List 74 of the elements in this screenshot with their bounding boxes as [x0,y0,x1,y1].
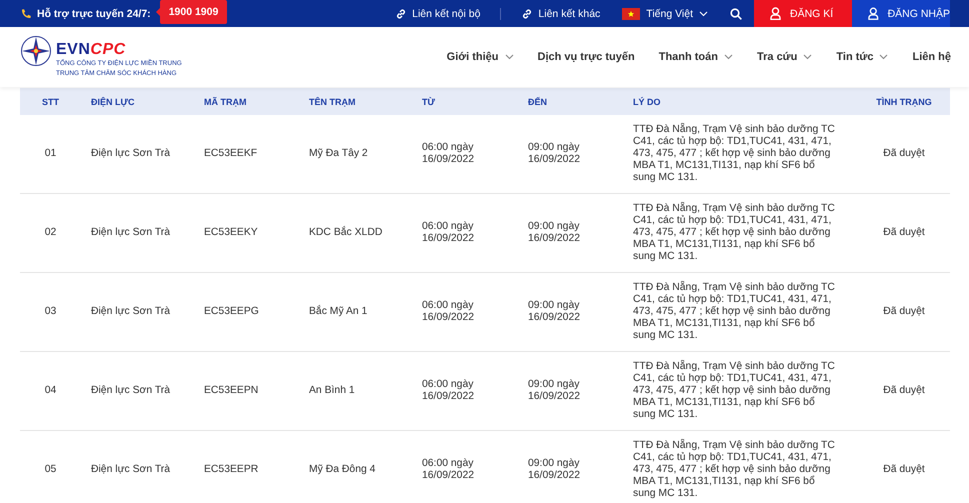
column-header: TÌNH TRẠNG [875,96,933,106]
column-header: TÊN TRẠM [309,96,356,106]
table-cell-text: Đã duyệt [882,306,926,318]
hotline-label: Hỗ trợ trực tuyến 24/7: [37,8,151,20]
table-cell-text: Điện lực Sơn Trà [91,227,172,239]
table-cell-text: 06:00 ngày 16/09/2022 [422,379,476,403]
table-cell-text: 01 [44,148,58,160]
table-cell-text: Đã duyệt [882,464,926,476]
table-cell-text: 09:00 ngày 16/09/2022 [528,221,582,245]
table-cell-text: Đã duyệt [882,148,926,160]
register-button[interactable]: ĐĂNG KÍ [754,0,852,27]
table-cell-text: Mỹ Đa Đông 4 [309,464,376,476]
column-header: TỪ [422,96,436,106]
table-cell-text: 04 [44,385,58,397]
flag-icon [622,8,640,20]
table-cell-text: TTĐ Đà Nẵng, Trạm Vệ sinh bảo dưỡng TC C41, các tủ hợp bộ: TD1,TUC41, 431, 471, 473, 475, 477 ; kết hợp vệ sinh bảo dưỡng MBA T1, MC131,TI131, nạp khí SF6 bổ sung MC 131. [633,282,836,342]
nav-item[interactable]: Liên hệ [912,51,951,63]
nav-item[interactable]: Tra cứu [757,51,812,63]
link-icon [395,8,408,20]
logo-text: EVNCPC [56,41,127,59]
caret-icon [724,54,733,60]
table-cell-text: Điện lực Sơn Trà [91,306,172,318]
table-cell-text: 09:00 ngày 16/09/2022 [528,379,582,403]
login-button[interactable]: ĐĂNG NHẬP [852,0,950,27]
table-cell-text: TTĐ Đà Nẵng, Trạm Vệ sinh bảo dưỡng TC C41, các tủ hợp bộ: TD1,TUC41, 431, 471, 473, 475, 477 ; kết hợp vệ sinh bảo dưỡng MBA T1, MC131,TI131, nạp khí SF6 bổ sung MC 131. [633,203,836,263]
table-cell-text: An Bình 1 [309,385,356,397]
column-header: MÃ TRẠM [204,96,248,106]
table-cell-text: EC53EEPG [204,306,260,318]
table-cell-text: Điện lực Sơn Trà [91,385,172,397]
nav-item[interactable]: Dịch vụ trực tuyến [538,51,635,63]
table-cell-text: TTĐ Đà Nẵng, Trạm Vệ sinh bảo dưỡng TC C41, các tủ hợp bộ: TD1,TUC41, 431, 471, 473, 475, 477 ; kết hợp vệ sinh bảo dưỡng MBA T1, MC131,TI131, nạp khí SF6 bổ sung MC 131. [633,440,836,500]
user-icon [770,7,781,20]
table-cell-text: Bắc Mỹ An 1 [309,306,368,318]
table-cell-text: 02 [44,227,58,239]
table-cell-text: 09:00 ngày 16/09/2022 [528,458,582,482]
nav-item[interactable]: Tin tức [836,51,888,63]
link[interactable]: Liên kết khác [521,8,600,20]
table-cell-text: 05 [44,464,58,476]
table-cell-text: Đã duyệt [882,385,926,397]
column-header: ĐIỆN LỰC [91,96,136,106]
table-cell-text: KDC Bắc XLDD [309,227,384,239]
table-cell-text: 06:00 ngày 16/09/2022 [422,221,476,245]
link-icon [521,8,534,20]
table-cell-text: EC53EEKY [204,227,259,239]
table-cell-text: 06:00 ngày 16/09/2022 [422,458,476,482]
column-header: STT [41,96,60,106]
table-cell-text: TTĐ Đà Nẵng, Trạm Vệ sinh bảo dưỡng TC C41, các tủ hợp bộ: TD1,TUC41, 431, 471, 473, 475, 477 ; kết hợp vệ sinh bảo dưỡng MBA T1, MC131,TI131, nạp khí SF6 bổ sung MC 131. [633,124,836,184]
caret-icon [504,54,514,60]
table-cell-text: EC53EEPN [204,385,260,397]
caret-icon [879,54,888,60]
table-cell-text: 06:00 ngày 16/09/2022 [422,300,476,324]
table-cell-text: 09:00 ngày 16/09/2022 [528,300,582,324]
table-cell-text: EC53EEPR [204,464,260,476]
table-cell-text: Mỹ Đa Tây 2 [309,148,369,160]
logo-icon [20,35,52,67]
table-cell-text: Điện lực Sơn Trà [91,464,172,476]
table-cell-text: EC53EEKF [204,148,258,160]
caret-icon [699,10,708,16]
column-header: ĐẾN [528,96,548,106]
phone-icon [20,8,32,20]
table-cell-text: 09:00 ngày 16/09/2022 [528,142,582,166]
link[interactable]: Liên kết nội bộ [395,8,480,20]
search-icon[interactable] [730,8,742,20]
table-cell-text: Điện lực Sơn Trà [91,148,172,160]
language-selector[interactable]: Tiếng Việt [622,8,708,20]
user-icon [868,7,879,20]
caret-icon [803,54,812,60]
nav-item[interactable]: Giới thiệu [446,51,514,63]
table-cell-text: TTĐ Đà Nẵng, Trạm Vệ sinh bảo dưỡng TC C41, các tủ hợp bộ: TD1,TUC41, 431, 471, 473, 475, 477 ; kết hợp vệ sinh bảo dưỡng MBA T1, MC131,TI131, nạp khí SF6 bổ sung MC 131. [633,361,836,421]
nav-item[interactable]: Thanh toán [658,51,733,63]
table-cell-text: Đã duyệt [882,227,926,239]
table-cell-text: 06:00 ngày 16/09/2022 [422,142,476,166]
table-cell-text: 03 [44,306,58,318]
column-header: LÝ DO [633,96,662,106]
